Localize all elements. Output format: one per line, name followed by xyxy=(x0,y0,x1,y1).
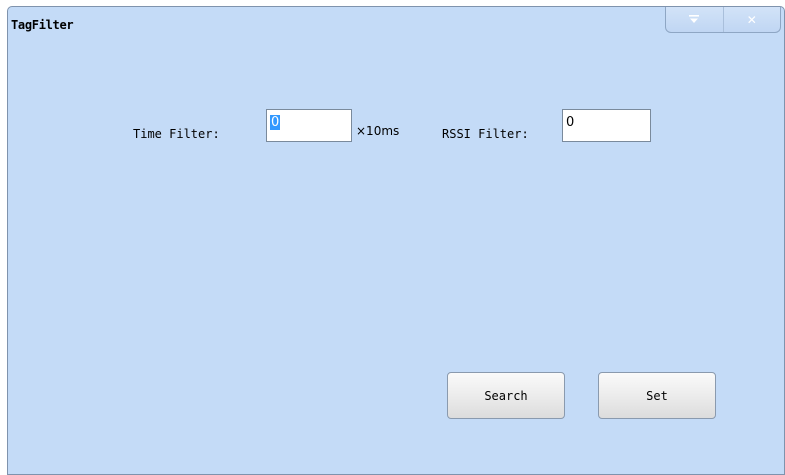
set-button[interactable]: Set xyxy=(598,372,716,419)
search-button[interactable]: Search xyxy=(447,372,565,419)
tagfilter-window: TagFilter ✕ Time Filter: 0 ×10ms RSSI Fi… xyxy=(7,6,785,475)
close-icon: ✕ xyxy=(746,12,757,27)
close-button[interactable]: ✕ xyxy=(722,7,781,32)
dropdown-icon xyxy=(689,15,700,24)
rssi-filter-value: 0 xyxy=(566,115,575,130)
rssi-filter-label: RSSI Filter: xyxy=(442,127,529,141)
dropdown-button[interactable] xyxy=(666,7,723,32)
time-filter-value: 0 xyxy=(270,115,281,130)
rssi-filter-input[interactable]: 0 xyxy=(562,109,651,142)
time-filter-label: Time Filter: xyxy=(133,127,220,141)
caption-buttons: ✕ xyxy=(665,7,781,33)
time-filter-input[interactable]: 0 xyxy=(266,109,352,142)
time-filter-unit: ×10ms xyxy=(356,124,400,138)
window-title: TagFilter xyxy=(11,18,74,32)
